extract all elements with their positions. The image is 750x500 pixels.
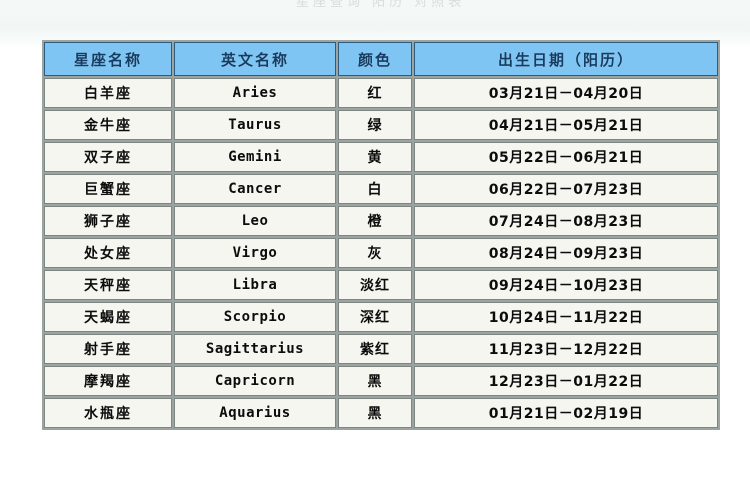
table-row: 天秤座 Libra 淡红 09月24日－10月23日: [44, 270, 718, 300]
zodiac-sign-reference-table: 星座名称 英文名称 颜色 出生日期（阳历） 白羊座 Aries 红 03月21日－04…: [42, 40, 720, 430]
cell-color: 紫红: [338, 334, 412, 364]
table-row: 狮子座 Leo 橙 07月24日－08月23日: [44, 206, 718, 236]
cell-birth-date: 07月24日－08月23日: [414, 206, 718, 236]
cut-off-title-strip: 星座查询 阳历 对照表: [0, 0, 750, 36]
cell-english-name: Aries: [174, 78, 336, 108]
cell-zodiac-name: 摩羯座: [44, 366, 172, 396]
cell-color: 深红: [338, 302, 412, 332]
table-row: 处女座 Virgo 灰 08月24日－09月23日: [44, 238, 718, 268]
cell-english-name: Cancer: [174, 174, 336, 204]
cell-color: 白: [338, 174, 412, 204]
table-header: 星座名称 英文名称 颜色 出生日期（阳历）: [44, 42, 718, 76]
cell-english-name: Virgo: [174, 238, 336, 268]
cell-zodiac-name: 巨蟹座: [44, 174, 172, 204]
cell-english-name: Aquarius: [174, 398, 336, 428]
table-row: 金牛座 Taurus 绿 04月21日－05月21日: [44, 110, 718, 140]
cell-english-name: Gemini: [174, 142, 336, 172]
cell-english-name: Sagittarius: [174, 334, 336, 364]
header-row: 星座名称 英文名称 颜色 出生日期（阳历）: [44, 42, 718, 76]
cell-birth-date: 09月24日－10月23日: [414, 270, 718, 300]
cell-birth-date: 10月24日－11月22日: [414, 302, 718, 332]
table-row: 白羊座 Aries 红 03月21日－04月20日: [44, 78, 718, 108]
cell-english-name: Libra: [174, 270, 336, 300]
table-row: 射手座 Sagittarius 紫红 11月23日－12月22日: [44, 334, 718, 364]
table-row: 双子座 Gemini 黄 05月22日－06月21日: [44, 142, 718, 172]
column-header-birth-date: 出生日期（阳历）: [414, 42, 718, 76]
cell-color: 红: [338, 78, 412, 108]
table-row: 摩羯座 Capricorn 黑 12月23日－01月22日: [44, 366, 718, 396]
zodiac-table-container: 星座名称 英文名称 颜色 出生日期（阳历） 白羊座 Aries 红 03月21日－04…: [42, 40, 720, 430]
page-root: 星座查询 阳历 对照表 星座名称 英文名称 颜色 出生日期（阳历） 白羊座 Ari…: [0, 0, 750, 500]
cell-zodiac-name: 处女座: [44, 238, 172, 268]
cell-birth-date: 08月24日－09月23日: [414, 238, 718, 268]
cell-color: 淡红: [338, 270, 412, 300]
cell-zodiac-name: 天秤座: [44, 270, 172, 300]
column-header-english-name: 英文名称: [174, 42, 336, 76]
cell-birth-date: 05月22日－06月21日: [414, 142, 718, 172]
cell-birth-date: 03月21日－04月20日: [414, 78, 718, 108]
cell-zodiac-name: 双子座: [44, 142, 172, 172]
table-body: 白羊座 Aries 红 03月21日－04月20日 金牛座 Taurus 绿 04月21日－0…: [44, 78, 718, 428]
table-row: 天蝎座 Scorpio 深红 10月24日－11月22日: [44, 302, 718, 332]
cell-color: 灰: [338, 238, 412, 268]
cell-zodiac-name: 狮子座: [44, 206, 172, 236]
cell-birth-date: 12月23日－01月22日: [414, 366, 718, 396]
cell-color: 黄: [338, 142, 412, 172]
column-header-color: 颜色: [338, 42, 412, 76]
table-row: 水瓶座 Aquarius 黑 01月21日－02月19日: [44, 398, 718, 428]
cell-color: 黑: [338, 398, 412, 428]
cell-color: 橙: [338, 206, 412, 236]
cell-zodiac-name: 水瓶座: [44, 398, 172, 428]
cell-zodiac-name: 金牛座: [44, 110, 172, 140]
cell-birth-date: 04月21日－05月21日: [414, 110, 718, 140]
cell-english-name: Capricorn: [174, 366, 336, 396]
cell-birth-date: 11月23日－12月22日: [414, 334, 718, 364]
cell-birth-date: 01月21日－02月19日: [414, 398, 718, 428]
cell-zodiac-name: 天蝎座: [44, 302, 172, 332]
cell-birth-date: 06月22日－07月23日: [414, 174, 718, 204]
cell-zodiac-name: 白羊座: [44, 78, 172, 108]
cell-color: 绿: [338, 110, 412, 140]
cell-english-name: Scorpio: [174, 302, 336, 332]
cell-english-name: Leo: [174, 206, 336, 236]
ghost-page-title: 星座查询 阳历 对照表: [296, 0, 466, 10]
cell-english-name: Taurus: [174, 110, 336, 140]
table-row: 巨蟹座 Cancer 白 06月22日－07月23日: [44, 174, 718, 204]
cell-zodiac-name: 射手座: [44, 334, 172, 364]
cell-color: 黑: [338, 366, 412, 396]
column-header-zodiac-name: 星座名称: [44, 42, 172, 76]
